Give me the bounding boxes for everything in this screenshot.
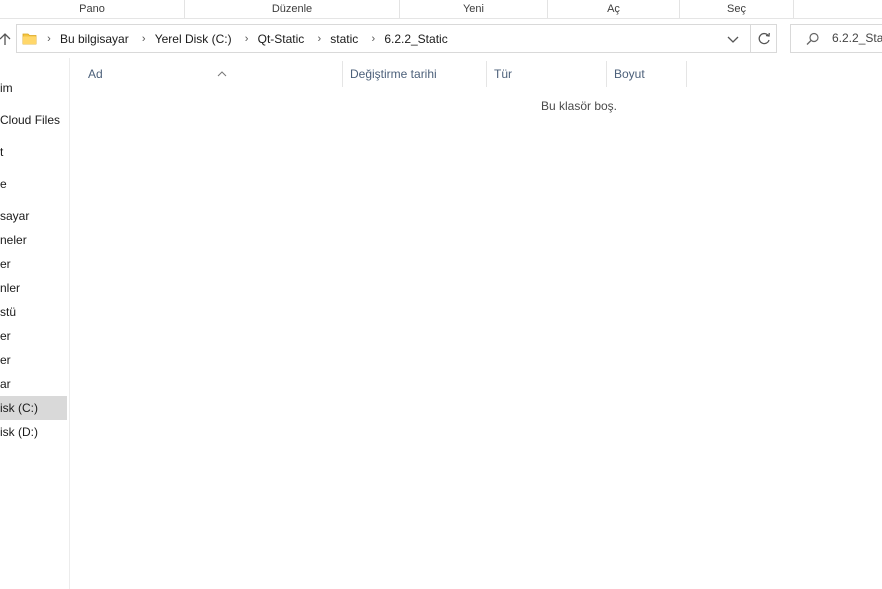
nav-item-4[interactable]: e (0, 172, 67, 196)
nav-item-downloads[interactable]: nler (0, 276, 67, 300)
nav-item-this-pc[interactable]: sayar (0, 204, 67, 228)
chevron-right-icon[interactable]: › (311, 33, 327, 45)
ribbon-group-select: Seç (680, 0, 794, 18)
empty-folder-message: Bu klasör boş. (540, 99, 618, 113)
nav-item-desktop[interactable]: stü (0, 300, 67, 324)
nav-item-local-disk-c[interactable]: isk (C:) (0, 396, 67, 420)
ribbon-group-organize: Düzenle (185, 0, 400, 18)
nav-item-local-disk-d[interactable]: isk (D:) (0, 420, 67, 444)
search-placeholder: 6.2.2_Static (832, 31, 882, 45)
nav-item-objects[interactable]: neler (0, 228, 67, 252)
chevron-down-icon (727, 36, 739, 43)
ribbon-group-bar: Pano Düzenle Yeni Aç Seç (0, 0, 882, 19)
address-history-dropdown[interactable] (723, 29, 743, 49)
ribbon-group-open: Aç (548, 0, 680, 18)
nav-item-videos[interactable]: er (0, 348, 67, 372)
chevron-right-icon[interactable]: › (136, 33, 152, 45)
breadcrumb-qt-static[interactable]: Qt-Static (255, 32, 308, 46)
address-bar[interactable]: › Bu bilgisayar › Yerel Disk (C:) › Qt-S… (16, 24, 777, 53)
ribbon-group-clipboard: Pano (0, 0, 185, 18)
nav-item-3[interactable]: t (0, 140, 67, 164)
refresh-icon (758, 32, 770, 45)
nav-item-quick-access[interactable]: im (0, 76, 67, 100)
column-header-size[interactable]: Boyut (607, 61, 687, 87)
breadcrumb-static[interactable]: static (327, 32, 361, 46)
chevron-right-icon[interactable]: › (239, 33, 255, 45)
column-header-name[interactable]: Ad (81, 61, 343, 87)
file-list[interactable]: Ad Değiştirme tarihi Tür Boyut Bu klasör… (71, 58, 882, 589)
chevron-right-icon[interactable]: › (365, 33, 381, 45)
refresh-button[interactable] (750, 25, 777, 52)
folder-icon (22, 31, 37, 46)
nav-item-music[interactable]: ar (0, 372, 67, 396)
search-input[interactable]: 6.2.2_Static (790, 24, 882, 53)
breadcrumb-this-pc[interactable]: Bu bilgisayar (57, 32, 132, 46)
chevron-right-icon[interactable]: › (41, 33, 57, 45)
nav-item-documents[interactable]: er (0, 324, 67, 348)
nav-item-pictures[interactable]: er (0, 252, 67, 276)
search-icon (805, 31, 821, 47)
up-arrow-icon[interactable] (0, 28, 14, 50)
ribbon-group-new: Yeni (400, 0, 548, 18)
column-header-date-modified[interactable]: Değiştirme tarihi (343, 61, 487, 87)
column-header-type[interactable]: Tür (487, 61, 607, 87)
breadcrumb: › Bu bilgisayar › Yerel Disk (C:) › Qt-S… (41, 25, 451, 52)
navigation-pane[interactable]: im Cloud Files t e sayar neler er nler s… (0, 58, 70, 589)
sort-ascending-icon (217, 61, 227, 77)
breadcrumb-local-disk-c[interactable]: Yerel Disk (C:) (152, 32, 235, 46)
breadcrumb-current-folder[interactable]: 6.2.2_Static (381, 32, 450, 46)
